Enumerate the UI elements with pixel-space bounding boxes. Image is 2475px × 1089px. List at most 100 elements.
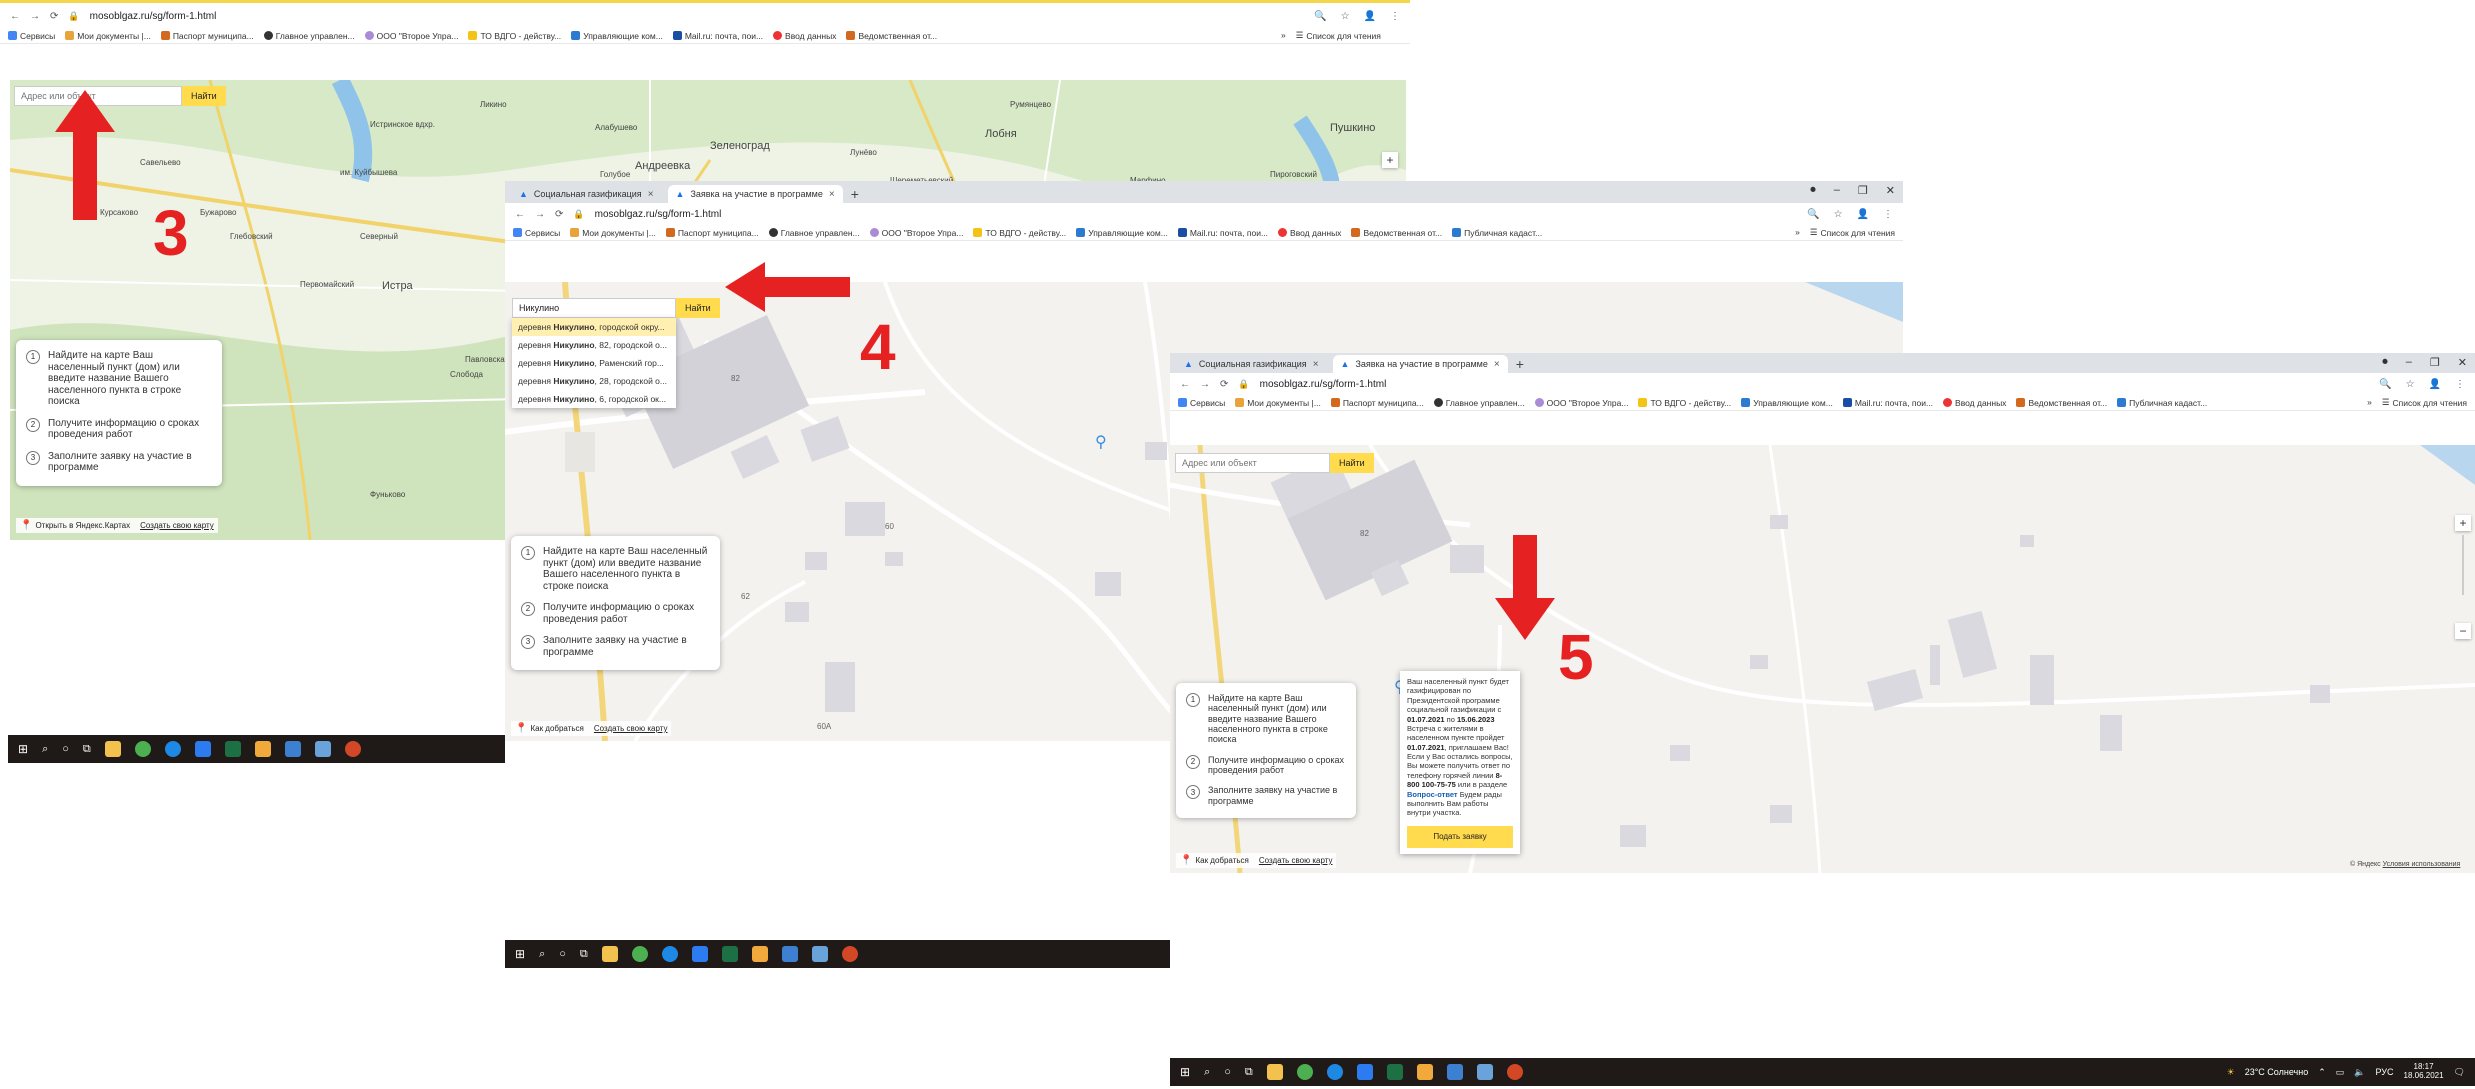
menu-icon[interactable]: ⋮	[1390, 11, 1400, 22]
zoom-slider-track[interactable]	[2462, 535, 2464, 595]
excel-icon[interactable]	[721, 946, 738, 962]
cortana-icon[interactable]: ○	[559, 948, 566, 960]
bookmark[interactable]: Мои документы |...	[1235, 398, 1321, 408]
bookmark[interactable]: Управляющие ком...	[1741, 398, 1833, 408]
task-view-icon[interactable]: ⧉	[580, 948, 588, 961]
submit-application-button[interactable]: Подать заявку	[1407, 825, 1513, 848]
address-bar[interactable]: mosoblgaz.ru/sg/form-1.html	[1260, 379, 1387, 390]
close-tab-icon[interactable]: ×	[829, 189, 835, 200]
search-input[interactable]	[512, 298, 676, 318]
bookmark[interactable]: ТО ВДГО - действу...	[1638, 398, 1731, 408]
bookmark[interactable]: Управляющие ком...	[571, 31, 663, 41]
suggestion-item[interactable]: деревня Никулино, 82, городской о...	[512, 336, 676, 354]
star-icon[interactable]: ☆	[1341, 11, 1350, 22]
bookmark[interactable]: Mail.ru: почта, пои...	[672, 31, 763, 41]
profile-icon[interactable]: 👤	[1857, 209, 1869, 220]
address-bar[interactable]: mosoblgaz.ru/sg/form-1.html	[595, 209, 722, 220]
bookmark[interactable]: Паспорт муниципа...	[1330, 398, 1424, 408]
bookmark[interactable]: ТО ВДГО - действу...	[973, 228, 1066, 238]
search-icon[interactable]: ⌕	[42, 743, 48, 756]
minimize-icon[interactable]: –	[2406, 356, 2412, 369]
excel-icon[interactable]	[1386, 1064, 1403, 1080]
tab-social-gasification[interactable]: ▲ Социальная газификация ×	[1176, 355, 1327, 373]
search-button[interactable]: Найти	[182, 86, 226, 106]
chrome-icon[interactable]	[1296, 1064, 1313, 1080]
bookmark[interactable]: Ведомственная от...	[1351, 228, 1442, 238]
zoom-out-button[interactable]: −	[2455, 623, 2471, 639]
tab-application[interactable]: ▲ Заявка на участие в программе ×	[667, 185, 843, 203]
star-icon[interactable]: ☆	[1834, 209, 1843, 220]
excel-icon[interactable]	[224, 741, 241, 757]
app-icon[interactable]	[254, 741, 271, 757]
terms-link[interactable]: Условия использования	[2383, 861, 2461, 868]
explorer-icon[interactable]	[1266, 1064, 1283, 1080]
bookmark[interactable]: Ввод данных	[1278, 228, 1341, 238]
close-tab-icon[interactable]: ×	[1494, 359, 1500, 370]
language-indicator[interactable]: РУС	[2375, 1067, 2393, 1077]
forward-icon[interactable]: →	[30, 11, 40, 22]
task-view-icon[interactable]: ⧉	[1245, 1066, 1253, 1079]
bookmark[interactable]: Мои документы |...	[65, 31, 151, 41]
windows-start-icon[interactable]: ⊞	[1180, 1065, 1190, 1079]
bookmark[interactable]: ТО ВДГО - действу...	[468, 31, 561, 41]
faq-link[interactable]: Вопрос-ответ	[1407, 790, 1458, 799]
zoom-in-button[interactable]: +	[1382, 152, 1398, 168]
minimize-icon[interactable]: –	[1834, 184, 1840, 197]
outlook-icon[interactable]	[284, 741, 301, 757]
search-button[interactable]: Найти	[1330, 453, 1374, 473]
bookmark[interactable]: Ввод данных	[1943, 398, 2006, 408]
weather-icon[interactable]: ☀	[2227, 1067, 2235, 1078]
windows-start-icon[interactable]: ⊞	[18, 742, 28, 756]
app-icon[interactable]	[751, 946, 768, 962]
zoom-app-icon[interactable]	[1356, 1064, 1373, 1080]
network-icon[interactable]: ▭	[2336, 1067, 2345, 1078]
zoom-app-icon[interactable]	[691, 946, 708, 962]
weather-text[interactable]: 23°C Солнечно	[2245, 1067, 2309, 1077]
bookmark[interactable]: Mail.ru: почта, пои...	[1842, 398, 1933, 408]
new-tab-button[interactable]: +	[1516, 355, 1524, 373]
bookmark[interactable]: Паспорт муниципа...	[160, 31, 254, 41]
zoom-icon[interactable]: 🔍	[2379, 379, 2391, 390]
reading-list[interactable]: ☰ Список для чтения	[1810, 227, 1895, 238]
chrome-icon[interactable]	[134, 741, 151, 757]
bookmark[interactable]: Публичная кадаст...	[2117, 398, 2207, 408]
bookmarks-more[interactable]: »	[2367, 397, 2372, 408]
reload-icon[interactable]: ⟳	[555, 209, 563, 220]
bookmark-apps[interactable]: Сервисы	[8, 31, 55, 41]
outlook-icon[interactable]	[1446, 1064, 1463, 1080]
tab-social-gasification[interactable]: ▲ Социальная газификация ×	[511, 185, 662, 203]
scanner-icon[interactable]	[811, 946, 828, 962]
bookmark[interactable]: Ввод данных	[773, 31, 836, 41]
scanner-icon[interactable]	[1476, 1064, 1493, 1080]
edge-icon[interactable]	[1326, 1064, 1343, 1080]
zoom-icon[interactable]: 🔍	[1807, 209, 1819, 220]
bookmark-apps[interactable]: Сервисы	[513, 228, 560, 238]
bookmark[interactable]: ООО "Второе Упра...	[869, 228, 963, 238]
close-window-icon[interactable]: ✕	[1886, 184, 1895, 197]
search-button[interactable]: Найти	[676, 298, 720, 318]
back-icon[interactable]: ←	[515, 209, 525, 220]
reload-icon[interactable]: ⟳	[50, 11, 58, 22]
directions-link[interactable]: 📍 Как добраться	[1180, 855, 1249, 866]
restore-icon[interactable]: ❐	[2430, 356, 2440, 369]
powerpoint-icon[interactable]	[841, 946, 858, 962]
profile-icon[interactable]: 👤	[1364, 11, 1376, 22]
bookmark[interactable]: Паспорт муниципа...	[665, 228, 759, 238]
star-icon[interactable]: ☆	[2406, 379, 2415, 390]
reload-icon[interactable]: ⟳	[1220, 379, 1228, 390]
reading-list[interactable]: ☰ Список для чтения	[2382, 397, 2467, 408]
edge-icon[interactable]	[164, 741, 181, 757]
powerpoint-icon[interactable]	[344, 741, 361, 757]
bookmark[interactable]: Главное управлен...	[1433, 398, 1525, 408]
reading-list[interactable]: ☰ Список для чтения	[1296, 30, 1381, 41]
clock[interactable]: 18:17 18.06.2021	[2404, 1062, 2444, 1081]
bookmarks-more[interactable]: »	[1281, 30, 1286, 41]
bookmark[interactable]: ООО "Второе Упра...	[364, 31, 458, 41]
suggestion-item[interactable]: деревня Никулино, городской окру...	[512, 318, 676, 336]
profile-icon[interactable]: 👤	[2429, 379, 2441, 390]
menu-icon[interactable]: ⋮	[1883, 209, 1893, 220]
bookmark[interactable]: Ведомственная от...	[846, 31, 937, 41]
close-window-icon[interactable]: ✕	[2458, 356, 2467, 369]
detail-map[interactable]: 82 ⚲	[1170, 445, 2475, 873]
task-view-icon[interactable]: ⧉	[83, 743, 91, 756]
